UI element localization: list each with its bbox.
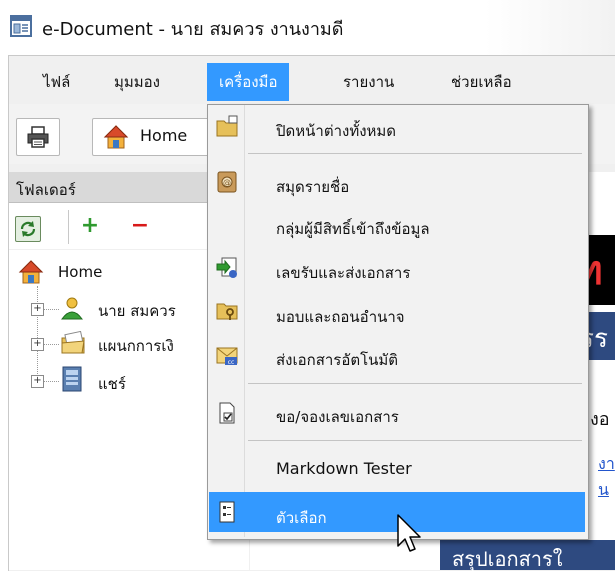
auto-mail-icon: cc [215, 343, 239, 367]
menu-item-label: ตัวเลือก [276, 509, 327, 527]
menu-separator [248, 440, 582, 441]
document-check-icon [215, 401, 239, 425]
menu-separator [248, 383, 582, 384]
svg-text:cc: cc [228, 359, 235, 366]
menu-file[interactable]: ไฟล์ [31, 63, 82, 101]
mouse-cursor-icon [396, 514, 426, 558]
content-link[interactable]: งา [598, 452, 615, 477]
svg-text:@: @ [223, 178, 231, 187]
tree-connector [37, 286, 38, 386]
home-icon [18, 259, 44, 285]
refresh-button[interactable] [15, 216, 41, 242]
printer-icon [27, 126, 49, 148]
tree-node-home[interactable]: Home [58, 263, 102, 281]
tree-connector [43, 309, 59, 310]
content-text-fragment: งอ [590, 409, 610, 430]
remove-folder-button[interactable]: − [130, 214, 150, 238]
department-folder-icon [60, 330, 86, 355]
menu-item-label: Markdown Tester [276, 459, 412, 478]
tree-node-user[interactable]: นาย สมควร [98, 299, 176, 323]
print-button[interactable] [16, 118, 60, 156]
options-icon [215, 500, 239, 524]
folder-close-icon [215, 115, 239, 139]
content-link[interactable]: น [598, 478, 609, 503]
menu-item-label: ขอ/จองเลขเอกสาร [276, 408, 399, 426]
menu-item-label: สมุดรายชื่อ [276, 178, 350, 196]
user-icon [60, 296, 84, 320]
refresh-icon [20, 221, 36, 237]
menu-help[interactable]: ช่วยเหลือ [439, 63, 524, 101]
menu-view[interactable]: มุมมอง [102, 63, 172, 101]
folder-key-icon [215, 298, 239, 322]
tree-node-shared[interactable]: แชร์ [98, 372, 126, 396]
summary-header-text: สรุปเอกสารใ [452, 547, 563, 571]
menu-item-close-all-windows[interactable] [208, 109, 586, 147]
menu-item-label: กลุ่มผู้มีสิทธิ์เข้าถึงข้อมูล [276, 220, 430, 238]
app-icon [10, 15, 32, 37]
plus-icon: + [80, 213, 100, 238]
window-title: e-Document - นาย สมควร งานงามดี [42, 19, 344, 40]
menu-item-label: ส่งเอกสารอัตโนมัติ [276, 351, 399, 369]
menu-bar: ไฟล์ มุมมอง เครื่องมือ รายงาน ช่วยเหลือ [9, 63, 615, 103]
menu-item-address-book[interactable] [208, 164, 586, 202]
tree-expand-toggle[interactable]: + [31, 303, 44, 316]
title-bar-fade [485, 0, 615, 55]
tree-connector [43, 344, 59, 345]
menu-item-label: มอบและถอนอำนาจ [276, 308, 405, 326]
folder-panel-title: โฟลเดอร์ [16, 181, 76, 199]
tree-expand-toggle[interactable]: + [31, 375, 44, 388]
menu-tools[interactable]: เครื่องมือ [207, 63, 290, 101]
menu-item-label: ปิดหน้าต่างทั้งหมด [276, 122, 397, 140]
menu-separator [248, 153, 582, 154]
tree-expand-toggle[interactable]: + [31, 338, 44, 351]
add-folder-button[interactable]: + [80, 214, 100, 238]
tree-node-department[interactable]: แผนกการเงิ [98, 334, 174, 358]
home-icon [103, 125, 129, 149]
home-button-label: Home [140, 126, 188, 145]
menu-item-label: เลขรับและส่งเอกสาร [276, 264, 411, 282]
shared-server-icon [60, 366, 84, 392]
minus-icon: − [130, 213, 150, 238]
tree-connector [43, 381, 59, 382]
document-exchange-icon [215, 256, 239, 280]
address-book-icon: @ [215, 170, 239, 194]
menu-reports[interactable]: รายงาน [331, 63, 406, 101]
toolbar-separator [68, 210, 69, 244]
